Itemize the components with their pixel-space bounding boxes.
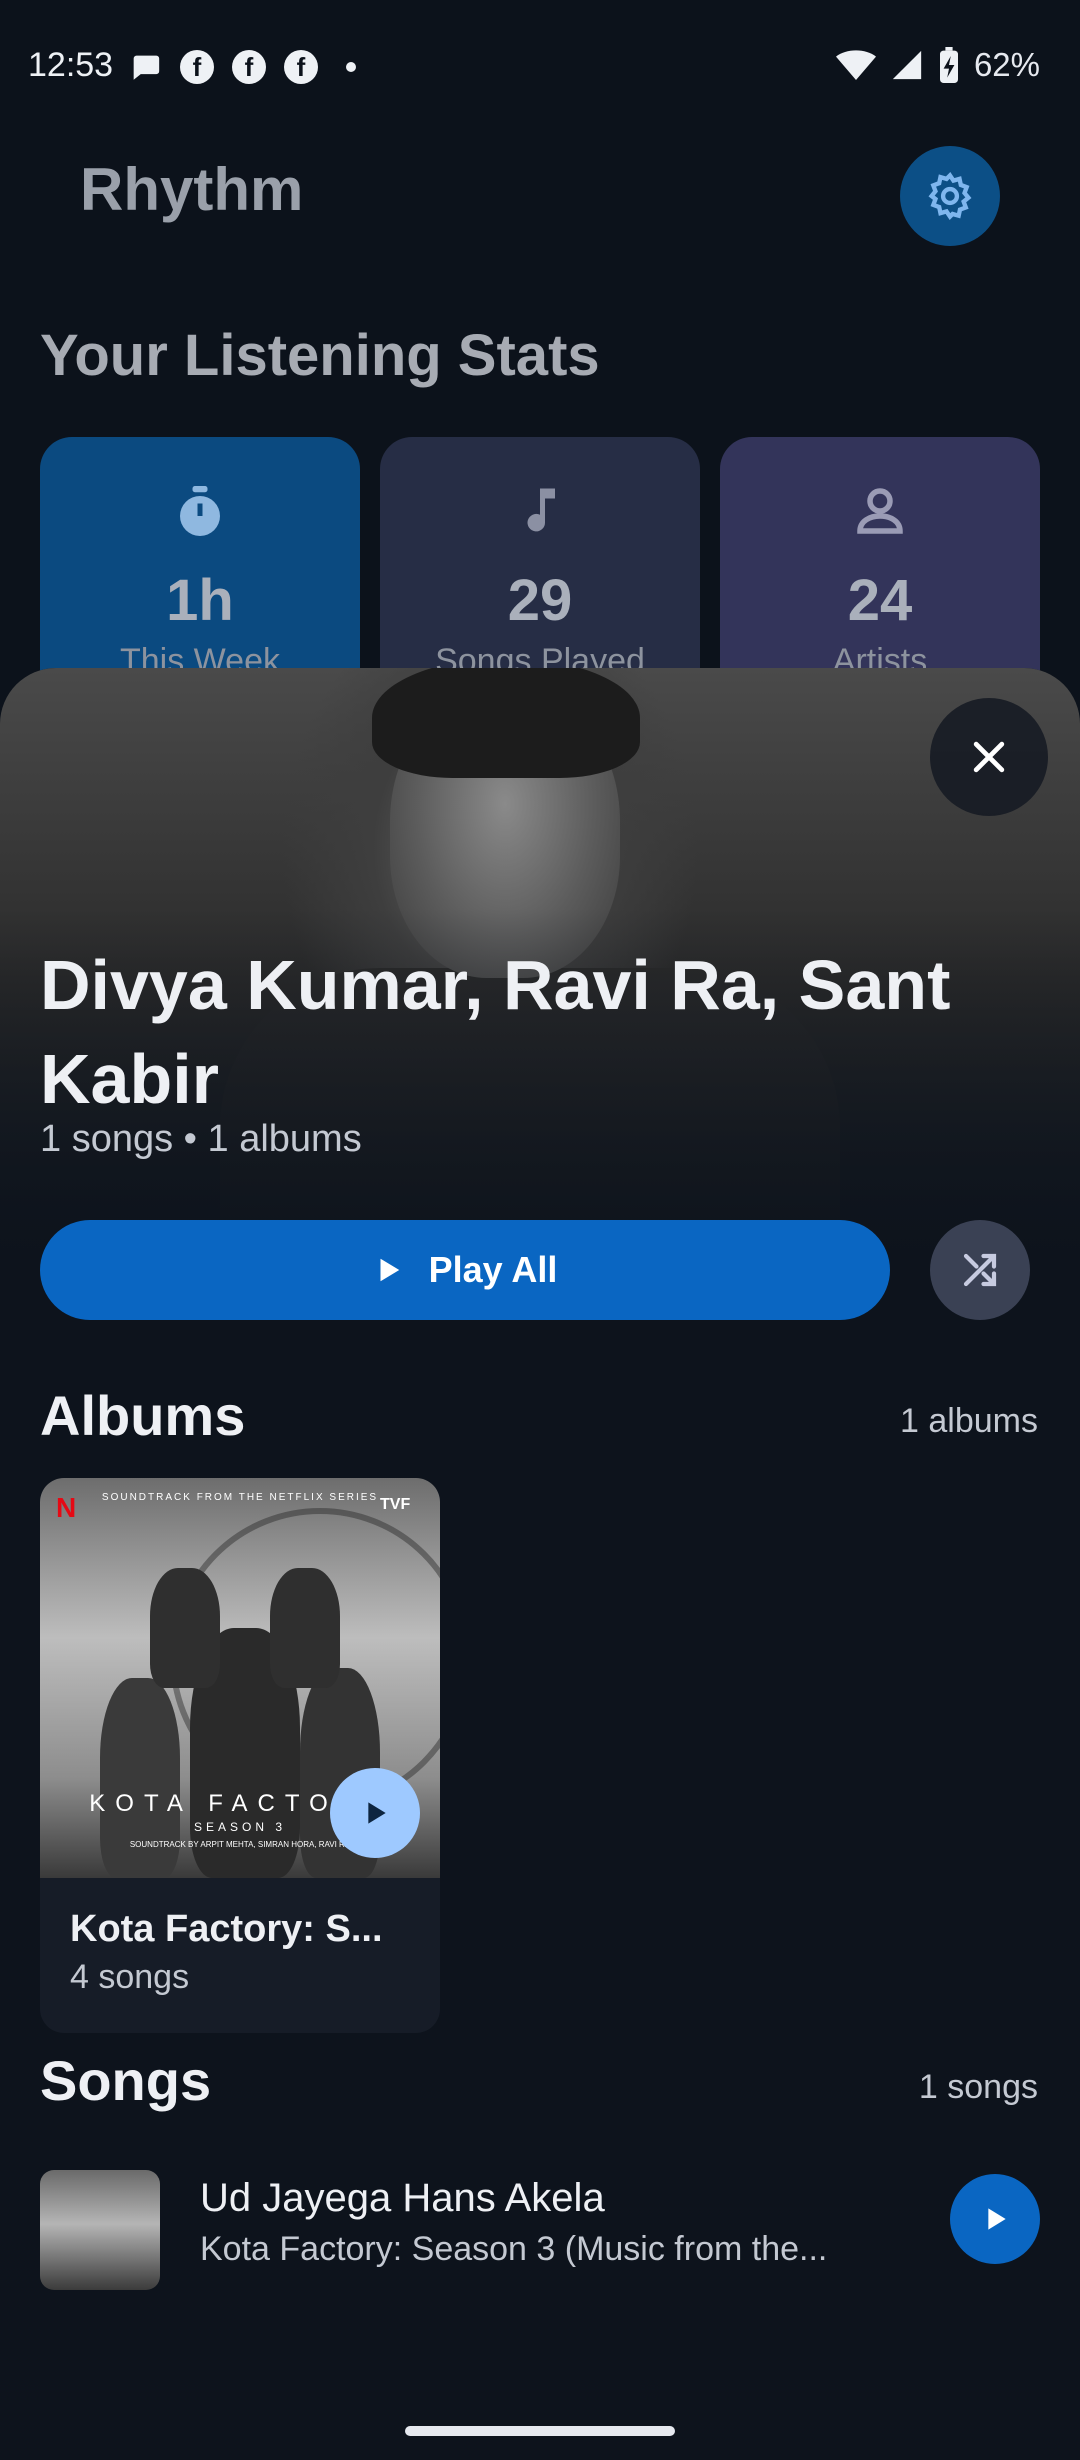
app-title: Rhythm: [80, 156, 304, 223]
netflix-logo: N: [56, 1492, 77, 1523]
music-note-icon: [510, 481, 570, 541]
play-icon: [368, 1802, 386, 1824]
song-play-button[interactable]: [950, 2174, 1040, 2264]
timer-icon: [170, 481, 230, 541]
albums-section-title: Albums: [40, 1384, 246, 1447]
stats-title: Your Listening Stats: [40, 323, 600, 388]
play-icon: [988, 2208, 1006, 2230]
stat-value: 29: [507, 568, 573, 633]
close-icon: [973, 741, 1005, 773]
album-song-count: 4 songs: [70, 1958, 190, 1996]
stat-value: 1h: [166, 568, 234, 633]
close-button[interactable]: [930, 698, 1048, 816]
songs-section-title: Songs: [40, 2049, 212, 2112]
home-gesture-bar[interactable]: [405, 2426, 675, 2436]
person-icon: [850, 481, 910, 541]
stat-value: 24: [847, 568, 913, 633]
gear-icon: [928, 172, 972, 220]
tvf-logo: TVF: [380, 1496, 411, 1513]
artist-meta: 1 songs • 1 albums: [40, 1118, 362, 1160]
home-screen: Rhythm Your Listening Stats 1h This Week…: [0, 0, 1080, 717]
shuffle-button[interactable]: [930, 1220, 1030, 1320]
play-icon: [380, 1258, 399, 1282]
album-play-button[interactable]: [330, 1768, 420, 1858]
song-title: Ud Jayega Hans Akela: [200, 2176, 605, 2220]
song-subtitle: Kota Factory: Season 3 (Music from the..…: [200, 2230, 828, 2268]
album-title: Kota Factory: S...: [70, 1908, 383, 1950]
songs-count: 1 songs: [918, 2068, 1038, 2106]
settings-button[interactable]: [900, 146, 1000, 246]
play-all-button[interactable]: Play All: [40, 1220, 890, 1320]
play-all-label: Play All: [428, 1249, 558, 1290]
albums-count: 1 albums: [900, 1402, 1038, 1440]
artist-detail-sheet: Divya Kumar, Ravi Ra, Sant Kabir 1 songs…: [0, 668, 1080, 2460]
song-thumbnail: [40, 2170, 160, 2290]
album-card[interactable]: SOUNDTRACK FROM THE NETFLIX SERIES N TVF…: [40, 1478, 440, 2033]
shuffle-icon: [963, 1253, 997, 1287]
song-list-item[interactable]: Ud Jayega Hans Akela Kota Factory: Seaso…: [0, 2158, 1080, 2298]
artist-name: Divya Kumar, Ravi Ra, Sant Kabir: [40, 946, 951, 1118]
